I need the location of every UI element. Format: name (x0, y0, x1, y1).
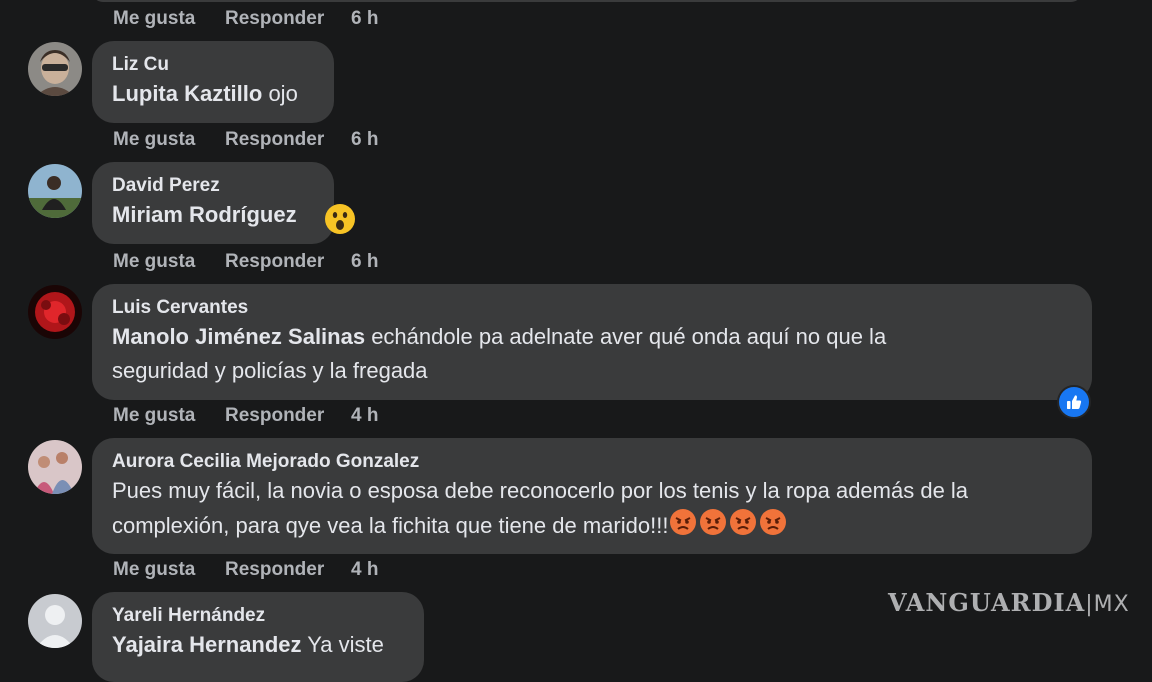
comment-bubble: Liz Cu Lupita Kaztillo ojo (92, 41, 334, 123)
angry-face-emoji-icon (759, 508, 787, 546)
comment-timestamp[interactable]: 6 h (351, 129, 378, 151)
comment-actions: Me gusta Responder 4 h (113, 405, 378, 427)
astonished-face-emoji-icon (324, 203, 356, 240)
like-link[interactable]: Me gusta (113, 8, 225, 30)
comment-bubble: David Perez Miriam Rodríguez (92, 162, 334, 244)
like-link[interactable]: Me gusta (113, 251, 225, 273)
angry-face-emoji-icon (669, 508, 697, 546)
comment-actions: Me gusta Responder 6 h (113, 8, 378, 30)
comment-text: Miriam Rodríguez (112, 198, 314, 232)
comment-author[interactable]: Liz Cu (112, 53, 314, 77)
comment-timestamp[interactable]: 4 h (351, 405, 378, 427)
mention-link[interactable]: Miriam Rodríguez (112, 202, 297, 227)
reply-link[interactable]: Responder (225, 8, 351, 30)
angry-face-emoji-icon (729, 508, 757, 546)
reply-link[interactable]: Responder (225, 129, 351, 151)
comment-bubble: Aurora Cecilia Mejorado Gonzalez Pues mu… (92, 438, 1092, 554)
like-reaction-icon[interactable] (1057, 385, 1091, 419)
comment-timestamp[interactable]: 6 h (351, 8, 378, 30)
like-link[interactable]: Me gusta (113, 559, 225, 581)
comment-text: Yajaira Hernandez Ya viste (112, 632, 384, 657)
reply-link[interactable]: Responder (225, 405, 351, 427)
mention-link[interactable]: Manolo Jiménez Salinas (112, 324, 365, 349)
reply-link[interactable]: Responder (225, 559, 351, 581)
avatar[interactable] (28, 285, 82, 339)
mention-link[interactable]: Yajaira Hernandez (112, 632, 302, 657)
comment-timestamp[interactable]: 6 h (351, 251, 378, 273)
previous-comment-bubble (92, 0, 1082, 2)
comment-author[interactable]: David Perez (112, 174, 314, 198)
like-link[interactable]: Me gusta (113, 405, 225, 427)
comment-author[interactable]: Yareli Hernández (112, 604, 404, 628)
comment-timestamp[interactable]: 4 h (351, 559, 378, 581)
comment-bubble: Luis Cervantes Manolo Jiménez Salinas ec… (92, 284, 1092, 400)
avatar[interactable] (28, 42, 82, 96)
default-avatar-icon[interactable] (28, 594, 82, 648)
like-link[interactable]: Me gusta (113, 129, 225, 151)
reply-link[interactable]: Responder (225, 251, 351, 273)
avatar[interactable] (28, 164, 82, 218)
comment-author[interactable]: Aurora Cecilia Mejorado Gonzalez (112, 450, 1072, 474)
avatar[interactable] (28, 440, 82, 494)
comment-actions: Me gusta Responder 6 h (113, 251, 378, 273)
comment-text: Lupita Kaztillo ojo (112, 81, 298, 106)
comment-bubble: Yareli Hernández Yajaira Hernandez Ya vi… (92, 592, 424, 682)
comment-actions: Me gusta Responder 4 h (113, 559, 378, 581)
comment-text: Pues muy fácil, la novia o esposa debe r… (112, 474, 1072, 546)
comment-actions: Me gusta Responder 6 h (113, 129, 378, 151)
comment-text: Manolo Jiménez Salinas echándole pa adel… (112, 324, 887, 383)
mention-link[interactable]: Lupita Kaztillo (112, 81, 262, 106)
comment-author[interactable]: Luis Cervantes (112, 296, 1072, 320)
vanguardia-watermark: VANGUARDIA|MX (888, 588, 1130, 617)
angry-face-emoji-icon (699, 508, 727, 546)
